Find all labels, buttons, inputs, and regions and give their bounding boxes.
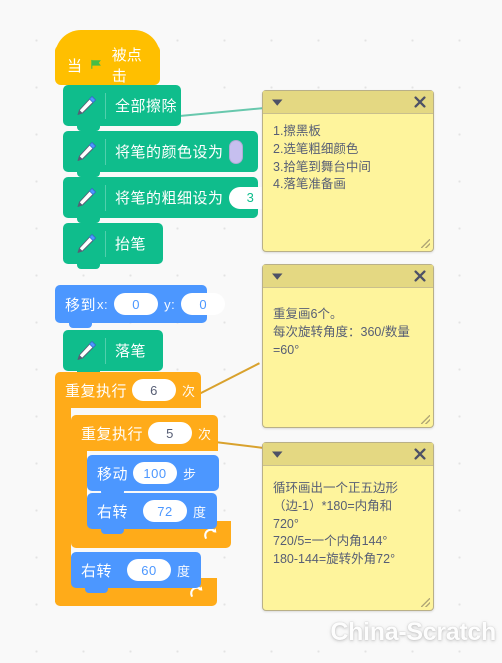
hat-prefix-label: 当 [67, 57, 83, 75]
when-flag-clicked-block[interactable]: 当 被点击 [55, 30, 160, 90]
green-flag-icon [91, 59, 101, 69]
set-pen-color-label: 将笔的颜色设为 [115, 144, 224, 161]
comment-inner-loop[interactable]: 循环画出一个正五边形 （边-1）*180=内角和 720° 720/5=一个内角… [262, 442, 434, 611]
set-pen-color-block[interactable]: 将笔的颜色设为 [63, 131, 258, 177]
comment-header[interactable] [263, 265, 433, 288]
turn-right-suffix: 度 [193, 504, 207, 520]
pen-down-block[interactable]: 落笔 [63, 330, 163, 376]
turn-right-label: 右转 [81, 562, 113, 580]
erase-all-block[interactable]: 全部擦除 [63, 85, 181, 131]
pen-up-label: 抬笔 [115, 236, 147, 253]
close-icon[interactable] [414, 96, 426, 108]
y-label: y: [164, 296, 176, 312]
move-suffix: 步 [183, 466, 197, 482]
comment-header[interactable] [263, 443, 433, 466]
resize-handle[interactable] [421, 415, 430, 424]
pen-icon [77, 340, 97, 360]
move-label: 移动 [97, 465, 129, 483]
turn-right-suffix: 度 [177, 563, 191, 579]
repeat-inner-label: 重复执行 [81, 425, 144, 443]
comment-connector-outer [196, 362, 260, 396]
repeat-outer-arm [55, 408, 71, 602]
move-steps-block[interactable]: 移动 100 步 [87, 455, 219, 496]
x-input[interactable]: 0 [114, 293, 159, 315]
turn-right-72-input[interactable]: 72 [143, 500, 188, 522]
comment-header[interactable] [263, 91, 433, 114]
pen-icon [77, 233, 97, 253]
repeat-outer-label: 重复执行 [65, 382, 128, 400]
pen-down-label: 落笔 [115, 343, 147, 360]
pen-color-swatch[interactable] [228, 139, 243, 164]
erase-all-label: 全部擦除 [115, 98, 178, 115]
pen-up-block[interactable]: 抬笔 [63, 223, 163, 269]
comment-text[interactable]: 1.擦黑板 2.选笔粗细颜色 3.拾笔到舞台中间 4.落笔准备画 [263, 114, 433, 203]
turn-right-label: 右转 [97, 503, 129, 521]
resize-handle[interactable] [421, 598, 430, 607]
code-canvas[interactable]: 当 被点击 全部擦除 将笔的颜色设为 将笔的粗细设为 3 抬笔 移到 x: 0 … [0, 0, 502, 663]
repeat-outer-block[interactable]: 重复执行 6 次 [55, 372, 201, 408]
comment-text[interactable]: 重复画6个。 每次旋转角度：360/数量 =60° [263, 288, 433, 368]
repeat-inner-block[interactable]: 重复执行 5 次 [71, 415, 218, 451]
chevron-down-icon[interactable] [271, 450, 284, 459]
comment-outer-loop[interactable]: 重复画6个。 每次旋转角度：360/数量 =60° [262, 264, 434, 428]
comment-connector-inner [214, 441, 267, 449]
go-to-xy-block[interactable]: 移到 x: 0 y: 0 [55, 285, 226, 328]
turn-right-60-block[interactable]: 右转 60 度 [71, 552, 201, 593]
pen-icon [77, 187, 97, 207]
turn-right-72-block[interactable]: 右转 72 度 [87, 493, 217, 534]
repeat-inner-input[interactable]: 5 [148, 422, 193, 444]
pen-icon [77, 141, 97, 161]
repeat-outer-suffix: 次 [182, 383, 196, 399]
go-to-label: 移到 [65, 296, 97, 314]
repeat-outer-input[interactable]: 6 [132, 379, 177, 401]
set-pen-size-label: 将笔的粗细设为 [115, 190, 224, 207]
pen-icon [77, 95, 97, 115]
turn-right-60-input[interactable]: 60 [127, 559, 172, 581]
repeat-inner-suffix: 次 [198, 426, 212, 442]
y-input[interactable]: 0 [181, 293, 226, 315]
hat-suffix-label: 被点击 [111, 47, 142, 85]
comment-setup[interactable]: 1.擦黑板 2.选笔粗细颜色 3.拾笔到舞台中间 4.落笔准备画 [262, 90, 434, 252]
close-icon[interactable] [414, 448, 426, 460]
chevron-down-icon[interactable] [271, 272, 284, 281]
move-steps-input[interactable]: 100 [133, 462, 178, 484]
comment-text[interactable]: 循环画出一个正五边形 （边-1）*180=内角和 720° 720/5=一个内角… [263, 466, 433, 578]
watermark: China-Scratch [330, 618, 496, 646]
close-icon[interactable] [414, 270, 426, 282]
set-pen-size-block[interactable]: 将笔的粗细设为 3 [63, 177, 273, 223]
resize-handle[interactable] [421, 239, 430, 248]
chevron-down-icon[interactable] [271, 98, 284, 107]
x-label: x: [97, 296, 109, 312]
